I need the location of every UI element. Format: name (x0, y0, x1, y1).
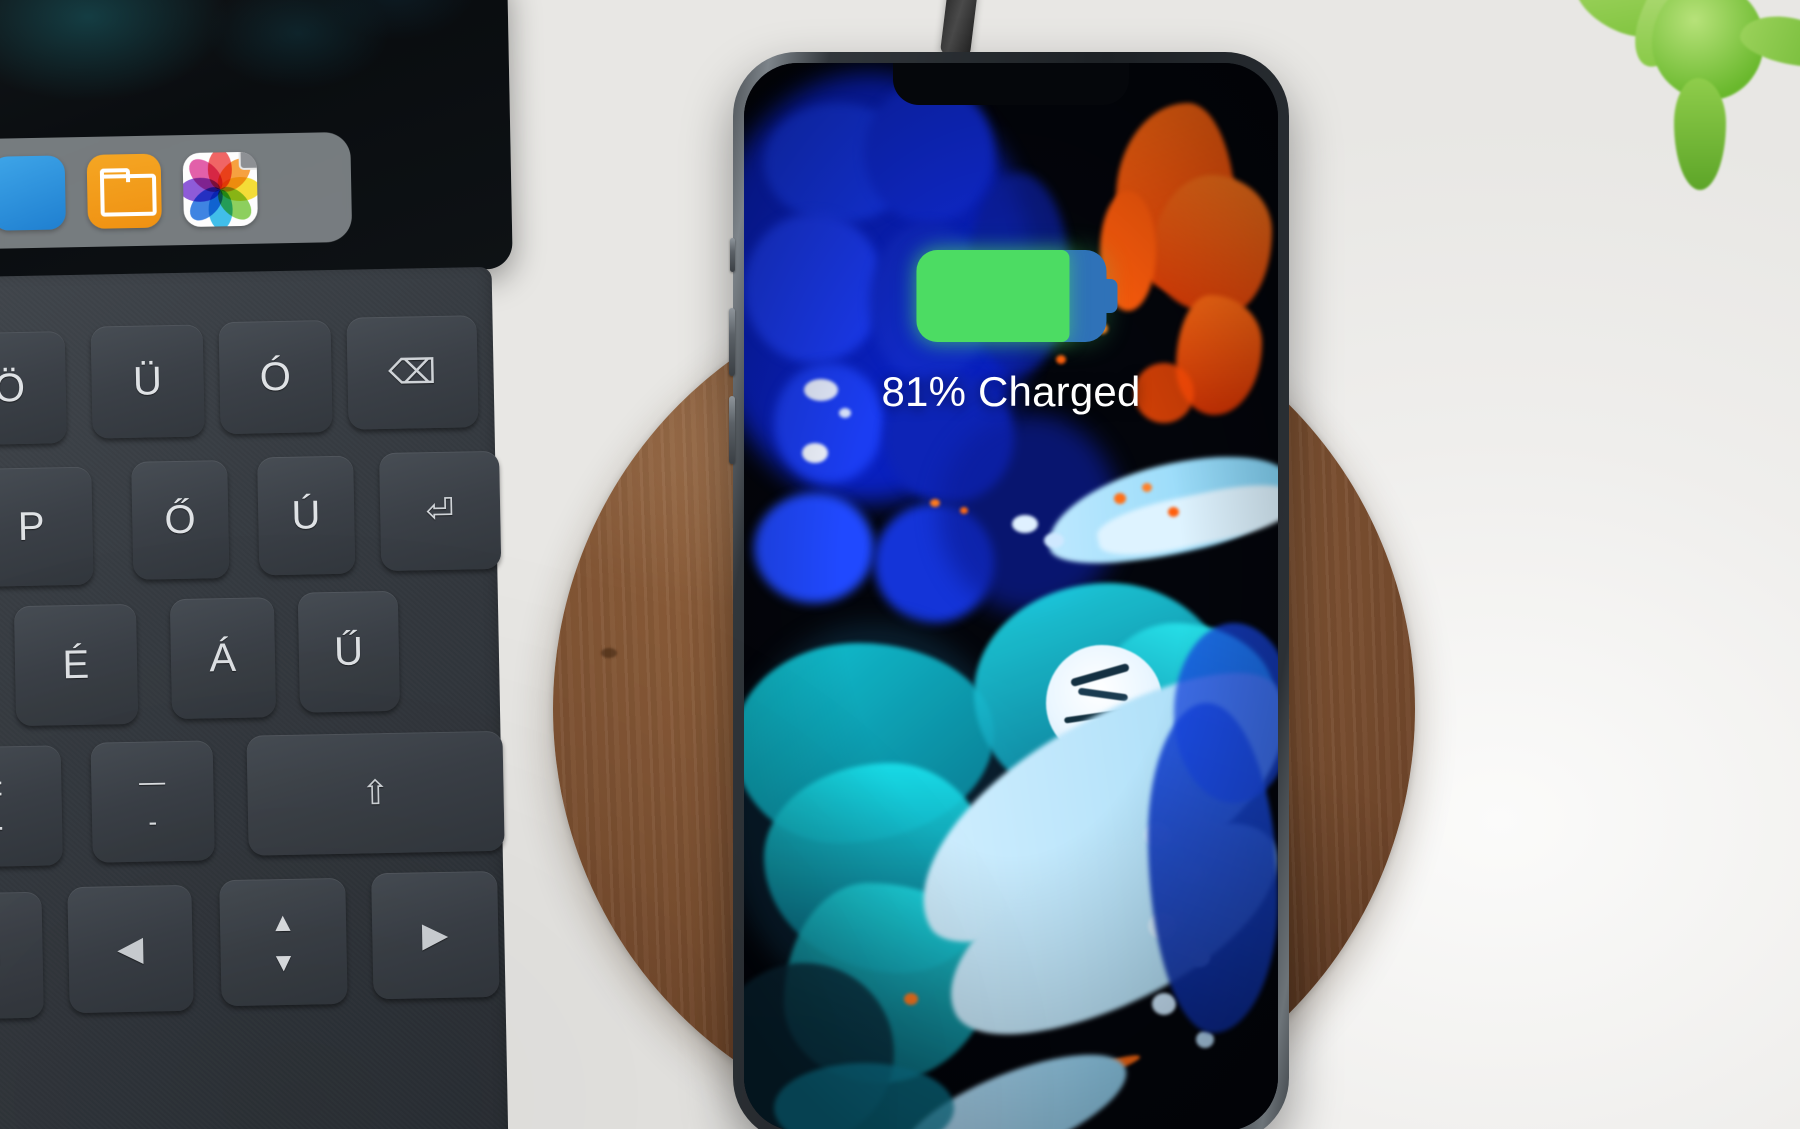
key-shift-label: ⇧ (360, 773, 391, 813)
wood-knot (601, 648, 617, 658)
key-delete[interactable]: ⌫ (346, 315, 479, 430)
key-a-acute[interactable]: Á (169, 597, 277, 720)
key-arrow-updown[interactable]: ▲ ▼ (219, 877, 348, 1007)
key-underscore-glyph: — (138, 766, 166, 797)
key-arrow-updown-glyph: ▼ (270, 946, 298, 978)
app-icon-blue[interactable] (0, 155, 66, 231)
app-icon-photos[interactable] (182, 151, 258, 228)
volume-down-button[interactable] (729, 396, 735, 464)
scene: 81% Charged ÖÜÓ⌫PŐÚ⏎ÉÁŰ:·—-⇧tion◀▲▼▶ (0, 0, 1800, 1129)
key-option[interactable]: tion (0, 891, 44, 1021)
key-colon-period-glyph: · (0, 811, 7, 842)
app-badge (238, 151, 258, 171)
key-o-umlaut[interactable]: Ö (0, 331, 67, 446)
battery-icon (915, 250, 1117, 342)
charge-status-text: 81% Charged (881, 368, 1141, 415)
succulent-plant (1352, 0, 1800, 190)
ipad-dock[interactable] (0, 131, 353, 252)
notch (893, 63, 1129, 105)
key-e-acute[interactable]: É (13, 603, 139, 727)
key-colon-period[interactable]: : · (0, 745, 63, 868)
smart-keyboard[interactable]: ÖÜÓ⌫PŐÚ⏎ÉÁŰ:·—-⇧tion◀▲▼▶ (0, 266, 509, 1129)
key-a-acute-label: Á (208, 635, 237, 680)
key-u-acute-label: Ú (291, 492, 322, 538)
key-o-umlaut-label: Ö (0, 365, 26, 410)
key-p-label: P (17, 504, 46, 549)
key-return-label: ⏎ (425, 491, 456, 531)
key-o-double-acute[interactable]: Ő (131, 460, 230, 580)
iphone-screen[interactable]: 81% Charged (744, 63, 1278, 1129)
volume-up-button[interactable] (729, 308, 735, 376)
key-option-label: tion (0, 940, 2, 972)
lock-screen-wallpaper (744, 63, 1278, 1129)
key-arrow-left[interactable]: ◀ (67, 884, 194, 1014)
key-return[interactable]: ⏎ (379, 450, 502, 572)
plant-leaf (1674, 78, 1726, 190)
key-o-acute[interactable]: Ó (218, 319, 333, 435)
charging-indicator: 81% Charged (881, 250, 1140, 416)
silent-switch[interactable] (730, 238, 735, 272)
key-u-umlaut[interactable]: Ü (90, 324, 205, 439)
iphone-device[interactable]: 81% Charged (729, 52, 1289, 1129)
key-o-double-acute-label: Ő (164, 497, 197, 542)
key-p[interactable]: P (0, 466, 94, 587)
ipad-device[interactable] (0, 0, 513, 280)
charging-cable (939, 0, 979, 58)
key-arrow-updown-glyph: ▲ (269, 906, 297, 938)
key-arrow-left-label: ◀ (116, 929, 145, 969)
key-u-acute[interactable]: Ú (257, 455, 356, 576)
key-underscore[interactable]: — - (90, 740, 215, 863)
key-underscore-glyph: - (148, 806, 158, 837)
app-icon-files[interactable] (86, 153, 162, 229)
key-o-acute-label: Ó (259, 354, 292, 399)
key-arrow-right[interactable]: ▶ (371, 870, 500, 1000)
key-e-acute-label: É (62, 642, 91, 687)
key-colon-period-glyph: : (0, 771, 5, 802)
key-u-double-acute-label: Ű (333, 628, 364, 674)
key-u-umlaut-label: Ü (132, 358, 163, 404)
key-arrow-right-label: ▶ (421, 915, 450, 955)
key-shift[interactable]: ⇧ (246, 730, 505, 856)
battery-nub (1103, 279, 1117, 313)
battery-fill (915, 250, 1070, 342)
key-u-double-acute[interactable]: Ű (297, 590, 401, 713)
key-delete-label: ⌫ (387, 352, 438, 392)
